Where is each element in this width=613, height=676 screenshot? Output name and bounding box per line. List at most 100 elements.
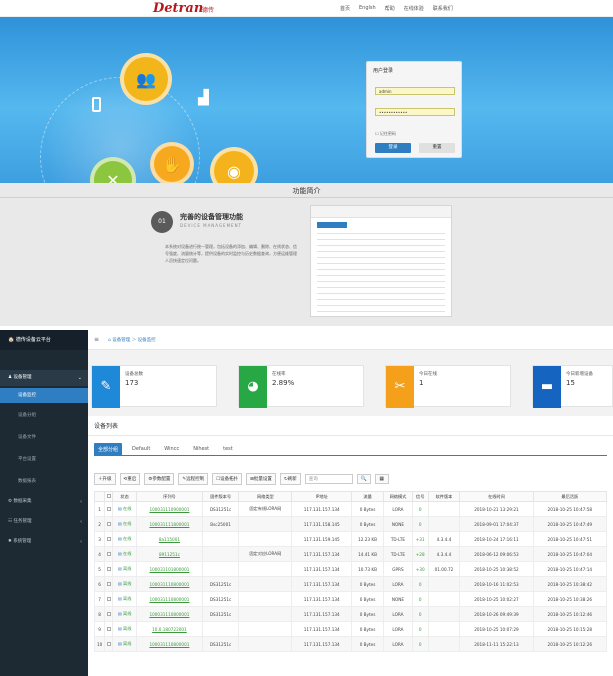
serial-link[interactable]: 100031110900001 [135,501,203,517]
serial-link-text[interactable]: 10.0.180722001 [152,627,187,632]
online-time-cell: 2018-11-11 15:22:13 [459,636,534,652]
batch-settings-button[interactable]: ⊞批量设置 [246,473,276,485]
column-header[interactable]: IP地址 [291,491,352,502]
remote-control-button[interactable]: ✎远程控制 [178,473,209,485]
sidebar-item-data-report[interactable]: 数据报表 [0,474,88,489]
serial-link[interactable]: 10.0.180722001 [135,621,203,637]
serial-link[interactable]: 100031110800001 [135,591,203,607]
sidebar-brand[interactable]: 🏠 德传设备云平台 [0,330,88,350]
sidebar-item-platform-settings[interactable]: 平台设置 [0,452,88,467]
serial-link[interactable]: 8911251c [135,546,203,562]
row-checkbox[interactable] [106,581,111,586]
column-header[interactable]: 信号 [411,491,429,502]
sidebar-item-device-files[interactable]: 设备文件 [0,430,88,445]
table-row[interactable]: 5 ▤ 离线 100031101800001 117.131.157.134 10.73… [93,561,608,577]
serial-link-text[interactable]: 100031110800001 [149,597,189,602]
table-row[interactable]: 10 ▤ 离线 100031110800001 DS31251c 117.131.157… [93,636,608,652]
username-input[interactable]: admin [375,87,455,95]
row-number: 6 [93,576,106,592]
row-checkbox-cell[interactable] [104,606,114,622]
table-row[interactable]: 3 ▤ 在线 8a115001 117.131.159.145 12.23 KB TD-L… [93,531,608,547]
search-icon[interactable]: 🔍 [356,474,371,484]
column-header[interactable]: 网络类型 [238,491,293,502]
serial-link[interactable]: 100031101800001 [135,561,203,577]
row-checkbox[interactable] [106,506,111,511]
row-checkbox[interactable] [106,536,111,541]
sidebar-item-task-management[interactable]: ☷ 任务管理 ‹ [0,514,88,530]
nav-english[interactable]: Englsh [359,5,376,12]
sidebar-item-data-collection[interactable]: ⚙ 数据采集 ‹ [0,494,88,510]
serial-link-text[interactable]: 100031101800001 [149,567,189,572]
nav-help[interactable]: 帮助 [385,5,395,12]
serial-link-text[interactable]: 100031110900001 [149,507,189,512]
table-row[interactable]: 4 ▤ 在线 8911251c 固定对应LORA网 117.131.157.134 14.… [93,546,608,562]
table-row[interactable]: 6 ▤ 离线 100031110800001 DS31251c 117.131.157.… [93,576,608,592]
row-checkbox-cell[interactable] [104,591,114,607]
column-header-checkbox[interactable] [104,491,114,502]
row-checkbox[interactable] [106,551,111,556]
breadcrumb[interactable]: ⌂ 设备管理 ＞ 设备监控 [108,337,156,343]
table-row[interactable]: 9 ▤ 离线 10.0.180722001 117.131.157.134 0 Byte… [93,621,608,637]
upgrade-button[interactable]: ＋升级 [94,473,116,485]
row-checkbox-cell[interactable] [104,636,114,652]
columns-icon[interactable]: ▦ [374,474,389,484]
sidebar-item-device-group[interactable]: 设备分组 [0,408,88,423]
restart-button[interactable]: ⟲重启 [119,473,141,485]
search-input[interactable]: 查询 [304,474,353,484]
row-checkbox-cell[interactable] [104,576,114,592]
remember-checkbox[interactable]: ☐ 记住密码 [375,131,396,137]
row-checkbox[interactable] [106,521,111,526]
password-input[interactable]: •••••••••••• [375,108,455,116]
row-checkbox[interactable] [106,596,111,601]
serial-link-text[interactable]: 100031110800001 [149,612,189,617]
row-checkbox-cell[interactable] [104,561,114,577]
column-header[interactable]: 在线时间 [459,491,534,502]
serial-link-text[interactable]: 8911251c [159,552,180,557]
table-row[interactable]: 7 ▤ 离线 100031110800001 DS31251c 117.131.157.… [93,591,608,607]
row-checkbox-cell[interactable] [104,501,114,517]
serial-link-text[interactable]: 8a115001 [159,537,180,542]
ip-cell-text: 117.131.157.134 [303,626,340,632]
column-header[interactable]: 序列号 [135,491,203,502]
column-header[interactable]: 最后活跃 [532,491,608,502]
serial-link[interactable]: 100031111800001 [135,516,203,532]
config-button[interactable]: ⚙参数配置 [144,473,175,485]
row-checkbox-cell[interactable] [104,531,114,547]
serial-link-text[interactable]: 100031110800001 [149,642,189,647]
nav-contact[interactable]: 联系我们 [433,5,453,12]
row-checkbox-cell[interactable] [104,546,114,562]
row-checkbox[interactable] [106,566,111,571]
serial-link[interactable]: 100031110800001 [135,576,203,592]
sidebar-item-system-management[interactable]: ✹ 系统管理 ‹ [0,534,88,550]
row-checkbox-cell[interactable] [104,621,114,637]
table-row[interactable]: 1 ▤ 在线 100031110900001 DS31251c 固定有线LORA网 117… [93,501,608,517]
table-row[interactable]: 8 ▤ 离线 100031110800001 DS31251c 117.131.157.… [93,606,608,622]
row-checkbox-cell[interactable] [104,516,114,532]
column-header[interactable]: 软件版本 [427,491,461,502]
column-header[interactable]: 网络模式 [383,491,413,502]
menu-toggle-icon[interactable]: ≡ [94,336,99,343]
serial-link[interactable]: 100031110800001 [135,606,203,622]
sidebar-item-device-monitor[interactable]: 设备监控 [0,388,88,403]
topology-button[interactable]: ☐设备拓扑 [212,473,243,485]
sidebar-item-device-management[interactable]: ♟ 设备管理 ⌄ [0,370,88,386]
reset-button[interactable]: 重置 [419,143,455,153]
select-all-checkbox[interactable] [106,494,111,498]
login-button[interactable]: 登录 [375,143,411,153]
site-logo[interactable]: Detran [153,1,203,16]
status-cell: ▤ 在线 [112,546,137,562]
table-row[interactable]: 2 ▤ 在线 100031111800001 Bsc25001 117.131.158.… [93,516,608,532]
serial-link-text[interactable]: 100031111800001 [149,522,189,527]
column-header[interactable]: 流量 [350,491,385,502]
serial-link[interactable]: 100031110800001 [135,636,203,652]
row-checkbox[interactable] [106,626,111,631]
refresh-button[interactable]: ↻刷新 [279,473,301,485]
serial-link[interactable]: 8a115001 [135,531,203,547]
column-header[interactable]: 固件版本号 [201,491,240,502]
nav-home[interactable]: 首页 [340,5,350,12]
row-checkbox[interactable] [106,641,111,646]
row-checkbox[interactable] [106,611,111,616]
nav-demo[interactable]: 在线体验 [404,5,424,12]
serial-link-text[interactable]: 100031110800001 [149,582,189,587]
column-header[interactable]: 状态 [112,491,137,502]
